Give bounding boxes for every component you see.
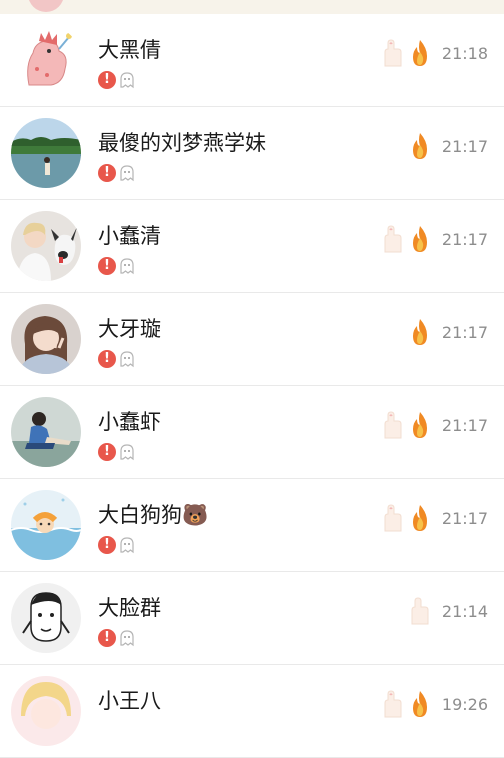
row-meta: 19:26 <box>380 689 488 719</box>
chat-time: 21:17 <box>441 322 488 342</box>
flame-icon <box>409 224 431 254</box>
ghost-icon <box>117 442 137 462</box>
alert-icon: ! <box>98 535 116 554</box>
ghost-icon <box>117 535 137 555</box>
flame-icon <box>409 317 431 347</box>
previous-row-peek <box>0 0 504 14</box>
chat-time: 21:17 <box>441 508 488 528</box>
chat-time: 21:14 <box>441 601 488 621</box>
chat-row[interactable]: 大黑倩 ! 21:18 <box>0 14 504 107</box>
ghost-icon <box>117 256 137 276</box>
status-badges: ! <box>98 69 137 89</box>
flame-icon <box>409 503 431 533</box>
chat-name: 大白狗狗🐻 <box>98 503 209 527</box>
boy-with-dog-avatar[interactable] <box>11 211 81 281</box>
alert-icon: ! <box>98 442 116 461</box>
hand-icon <box>380 224 404 254</box>
flame-icon <box>409 131 431 161</box>
row-meta: 21:17 <box>409 131 488 161</box>
swimming-cartoon-avatar[interactable] <box>11 490 81 560</box>
chat-time: 21:17 <box>441 136 488 156</box>
sketch-face-avatar[interactable] <box>11 583 81 653</box>
hand-icon <box>380 410 404 440</box>
chat-time: 21:17 <box>441 415 488 435</box>
chat-time: 21:17 <box>441 229 488 249</box>
girl-peace-sign-avatar[interactable] <box>11 304 81 374</box>
chat-name: 大黑倩 <box>98 38 161 62</box>
status-badges: ! <box>98 627 137 647</box>
ghost-icon <box>117 70 137 90</box>
row-meta: 21:18 <box>380 38 488 68</box>
row-meta: 21:14 <box>407 596 488 626</box>
ghost-icon <box>117 163 137 183</box>
ghost-icon <box>117 349 137 369</box>
chat-time: 19:26 <box>441 694 488 714</box>
hand-icon <box>380 503 404 533</box>
ghost-icon <box>117 628 137 648</box>
hand-icon <box>380 38 404 68</box>
alert-icon: ! <box>98 628 116 647</box>
row-meta: 21:17 <box>380 503 488 533</box>
status-badges: ! <box>98 534 137 554</box>
flame-icon <box>409 38 431 68</box>
alert-icon: ! <box>98 163 116 182</box>
chat-row[interactable]: 最傻的刘梦燕学妹 ! 21:17 <box>0 107 504 200</box>
chat-name: 小蠢虾 <box>98 410 161 434</box>
status-badges: ! <box>98 348 137 368</box>
avatar <box>28 0 64 12</box>
chat-name: 大牙璇 <box>98 317 161 341</box>
dinosaur-avatar[interactable] <box>11 25 81 95</box>
flame-icon <box>409 410 431 440</box>
row-meta: 21:17 <box>409 317 488 347</box>
chat-list: 大黑倩 ! 21:18 最傻的刘梦燕学妹 ! 21:17 小蠢清 ! 21:17… <box>0 14 504 758</box>
row-meta: 21:17 <box>380 224 488 254</box>
lake-photo-avatar[interactable] <box>11 118 81 188</box>
chat-row[interactable]: 小蠢虾 ! 21:17 <box>0 386 504 479</box>
chat-row[interactable]: 大脸群 ! 21:14 <box>0 572 504 665</box>
chat-row[interactable]: 大牙璇 ! 21:17 <box>0 293 504 386</box>
chat-name: 小蠢清 <box>98 224 161 248</box>
blonde-anime-avatar[interactable] <box>11 676 81 746</box>
chat-name: 最傻的刘梦燕学妹 <box>98 131 266 155</box>
chat-name: 小王八 <box>98 689 161 713</box>
chat-name: 大脸群 <box>98 596 161 620</box>
alert-icon: ! <box>98 70 116 89</box>
chat-row[interactable]: 大白狗狗🐻 ! 21:17 <box>0 479 504 572</box>
hand-icon <box>380 689 404 719</box>
row-meta: 21:17 <box>380 410 488 440</box>
chat-row[interactable]: 小王八 19:26 <box>0 665 504 758</box>
status-badges: ! <box>98 441 137 461</box>
girl-sitting-avatar[interactable] <box>11 397 81 467</box>
alert-icon: ! <box>98 349 116 368</box>
hand-icon <box>407 596 431 626</box>
status-badges: ! <box>98 162 137 182</box>
chat-row[interactable]: 小蠢清 ! 21:17 <box>0 200 504 293</box>
flame-icon <box>409 689 431 719</box>
status-badges: ! <box>98 255 137 275</box>
chat-time: 21:18 <box>441 43 488 63</box>
alert-icon: ! <box>98 256 116 275</box>
